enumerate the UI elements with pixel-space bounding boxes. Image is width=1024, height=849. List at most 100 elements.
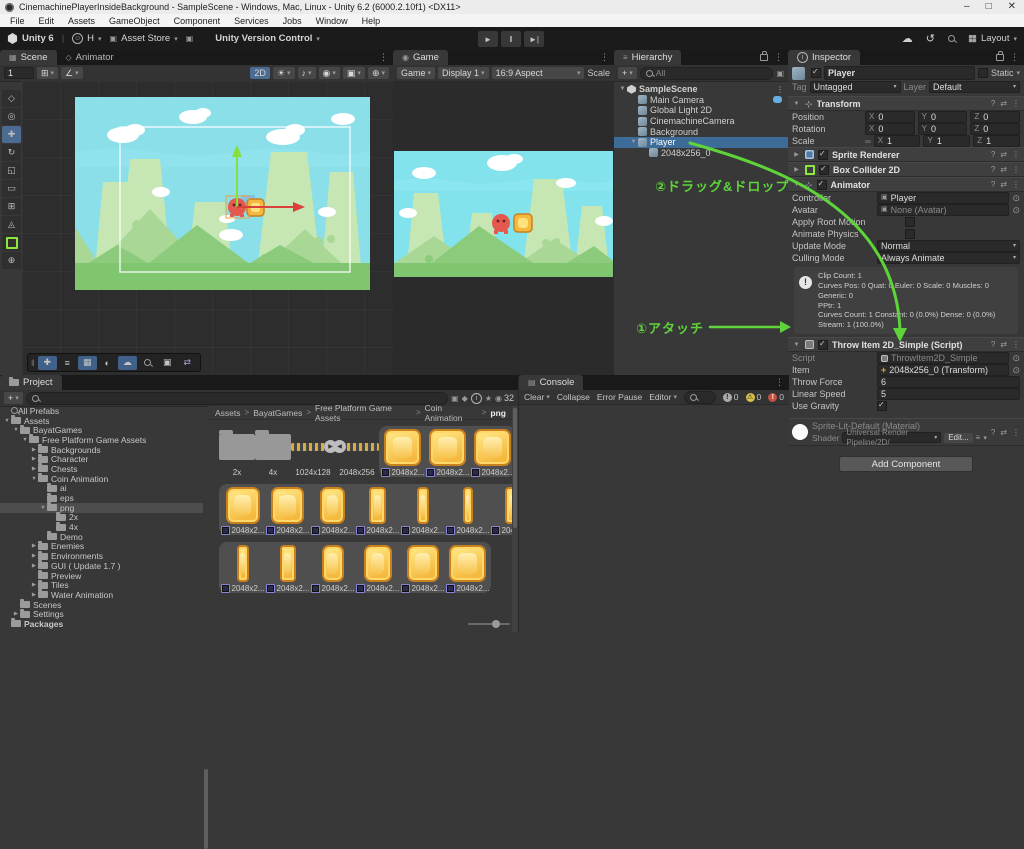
transform-header[interactable]: ▼ ⊹ Transform ?⇄⋮ <box>788 96 1024 111</box>
more-icon[interactable]: ⋮ <box>1012 150 1020 159</box>
joint-tool[interactable]: ⊕ <box>2 252 21 269</box>
expand-arrow[interactable]: ▼ <box>3 418 11 424</box>
pause-button[interactable]: ‖ <box>501 31 521 47</box>
grid-overlay-icon[interactable]: ▦ <box>78 356 97 370</box>
component-enabled-checkbox[interactable] <box>818 340 828 350</box>
expand-arrow[interactable]: ▶ <box>30 456 38 462</box>
help-icon[interactable]: ? <box>991 180 995 189</box>
menu-help[interactable]: Help <box>355 16 388 26</box>
object-picker-icon[interactable]: ⊙ <box>1012 193 1020 204</box>
more-icon[interactable]: ⋮ <box>775 377 784 388</box>
info-count[interactable]: !0 <box>723 392 739 402</box>
account-menu[interactable]: ☺ H ▾ <box>72 33 101 44</box>
throw-force-field[interactable]: 6 <box>877 376 1020 388</box>
breadcrumb-item-assets[interactable]: Assets <box>215 408 241 418</box>
version-control-menu[interactable]: Unity Version Control ▾ <box>215 33 320 44</box>
lock-icon[interactable] <box>760 54 768 61</box>
asset-coin-sprite[interactable]: 2048x2... <box>380 428 425 477</box>
scene-viewport[interactable]: ‖ ✚≡▦◐☁▣⇄ <box>22 81 393 375</box>
script-field[interactable]: ThrowItem2D_Simple <box>877 352 1009 364</box>
expand-arrow[interactable]: ▶ <box>30 466 38 472</box>
add-component-button[interactable]: Add Component <box>839 456 973 472</box>
help-icon[interactable]: ? <box>991 428 995 437</box>
render-mode-icon[interactable]: ◐ <box>98 356 117 370</box>
move-tool[interactable]: ✚ <box>2 126 21 143</box>
tab-scene[interactable]: ▦ Scene <box>0 50 57 65</box>
hierarchy-item-2048x256-0[interactable]: 2048x256_0 <box>614 148 788 159</box>
expand-arrow[interactable]: ▶ <box>30 563 38 569</box>
component-enabled-checkbox[interactable] <box>817 180 827 190</box>
play-button[interactable]: ► <box>478 31 498 47</box>
transform-tool[interactable]: ⊞ <box>2 198 21 215</box>
collider-edit-tool[interactable] <box>2 234 21 251</box>
active-checkbox[interactable] <box>811 68 821 78</box>
breadcrumb-item-bayatgames[interactable]: BayatGames <box>253 408 302 418</box>
more-icon[interactable]: ⋮ <box>1012 99 1020 108</box>
project-tree-item-chests[interactable]: ▶Chests <box>0 464 203 474</box>
package-manager-icon[interactable]: ▣ <box>186 34 194 43</box>
cloud-icon[interactable]: ☁ <box>902 32 913 45</box>
scale-x-field[interactable]: X1 <box>874 135 921 147</box>
asset-coin-sprite[interactable]: 2048x2... <box>425 428 470 477</box>
asset-coin-sprite[interactable]: 2048x2... <box>445 486 490 535</box>
linear-speed-field[interactable]: 5 <box>877 388 1020 400</box>
view-tool[interactable]: ◇ <box>2 90 21 107</box>
layers-overlay-icon[interactable]: ▣ <box>158 356 177 370</box>
scale-y-field[interactable]: Y1 <box>923 135 970 147</box>
particle-tool[interactable]: ◬ <box>2 216 21 233</box>
culling-mode-dropdown[interactable]: Always Animate▾ <box>877 252 1020 264</box>
more-icon[interactable]: ⋮ <box>1012 180 1020 189</box>
expand-arrow[interactable]: ▶ <box>30 553 38 559</box>
hierarchy-item-samplescene[interactable]: ▼SampleScene⋮ <box>614 84 788 95</box>
tab-inspector[interactable]: i Inspector <box>788 50 860 65</box>
asset-coin-sprite[interactable]: 2048x2... <box>265 486 310 535</box>
scale-tool[interactable]: ◱ <box>2 162 21 179</box>
more-icon[interactable]: ⋮ <box>1012 165 1020 174</box>
menu-assets[interactable]: Assets <box>61 16 102 26</box>
project-tree-item-preview[interactable]: Preview <box>0 571 203 581</box>
project-tree-item-gui-update-1-7[interactable]: ▶GUI ( Update 1.7 ) <box>0 561 203 571</box>
scene-camera-field[interactable]: 1 <box>4 67 34 79</box>
menu-edit[interactable]: Edit <box>32 16 62 26</box>
presets-icon[interactable]: ⇄ <box>1000 150 1007 159</box>
package-filter-icon[interactable]: ◆ <box>462 394 468 403</box>
view-options-icon[interactable]: ≡ <box>58 356 77 370</box>
hierarchy-item-global-light-2d[interactable]: Global Light 2D <box>614 105 788 116</box>
hand-tool[interactable]: ◎ <box>2 108 21 125</box>
static-checkbox[interactable] <box>978 68 988 78</box>
asset-coin-sprite[interactable]: 2048x2... <box>445 544 490 593</box>
scale-z-field[interactable]: Z1 <box>973 135 1020 147</box>
gameobject-name-field[interactable]: Player <box>824 66 975 80</box>
breadcrumb-item-free-platform-game-assets[interactable]: Free Platform Game Assets <box>315 403 412 423</box>
scene-picker-icon[interactable]: ▣ <box>776 69 784 78</box>
more-icon[interactable]: ⋮ <box>1012 428 1020 437</box>
animator-header[interactable]: ▼ ⊹ Animator ?⇄⋮ <box>788 177 1024 192</box>
display-dropdown[interactable]: Display 1▾ <box>438 67 489 79</box>
project-tree-item-all-prefabs[interactable]: All Prefabs <box>0 406 203 416</box>
tab-animator[interactable]: ◇ Animator <box>57 50 123 65</box>
presets-icon[interactable]: ⇄ <box>1000 180 1007 189</box>
menu-gameobject[interactable]: GameObject <box>102 16 167 26</box>
project-tree-item-eps[interactable]: eps <box>0 493 203 503</box>
lock-icon[interactable] <box>996 54 1004 61</box>
foldout-arrow[interactable]: ▼ <box>792 101 801 107</box>
expand-arrow[interactable]: ▼ <box>629 139 638 145</box>
move-snap-dropdown[interactable]: ∠▾ <box>61 67 83 79</box>
object-picker-icon[interactable]: ⊙ <box>1012 205 1020 216</box>
asset-coin-sprite[interactable]: 2048x2... <box>400 544 445 593</box>
avatar-object-field[interactable]: ▣None (Avatar) <box>877 204 1009 216</box>
create-asset-button[interactable]: +▾ <box>4 392 23 404</box>
expand-arrow[interactable]: ▶ <box>30 582 38 588</box>
aspect-dropdown[interactable]: 16:9 Aspect▾ <box>492 67 585 79</box>
tab-game[interactable]: ◉ Game <box>393 50 448 65</box>
asset-coin-sprite[interactable]: 2048x2... <box>470 428 515 477</box>
asset-folder-2x[interactable]: 2x <box>219 428 255 477</box>
game-mode-dropdown[interactable]: Game▾ <box>397 67 435 79</box>
project-tree-item-ai[interactable]: ai <box>0 484 203 494</box>
game-viewport[interactable] <box>393 81 614 375</box>
effects-icon[interactable]: ◉▾ <box>319 67 340 79</box>
shader-edit-button[interactable]: Edit... <box>944 433 972 443</box>
asset-spritesheet-1024x128[interactable]: 1024x128 <box>291 428 335 477</box>
cloud-overlay-icon[interactable]: ☁ <box>118 356 137 370</box>
static-dropdown-icon[interactable]: ▾ <box>1016 69 1020 77</box>
